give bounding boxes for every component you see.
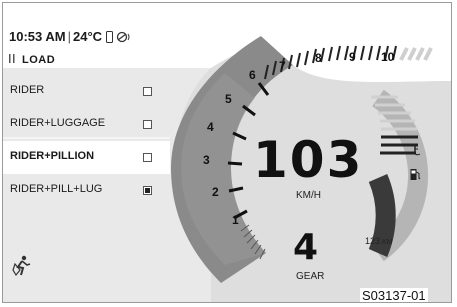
range-readout: 123 KM: [365, 236, 393, 246]
dashboard-screen: 10:53 AM | 24°C LOAD RIDER RIDER+LUGGAGE R…: [2, 2, 452, 303]
load-option-label: RIDER+LUGGAGE: [10, 117, 106, 129]
speed-unit: KM/H: [296, 190, 321, 201]
load-option-label: RIDER+PILLION: [10, 150, 95, 162]
load-option-label: RIDER+PILL+LUG: [10, 183, 103, 195]
load-option-rider-pillion-luggage[interactable]: RIDER+PILL+LUG: [3, 174, 170, 207]
rpm-tick-label: 8: [315, 51, 322, 65]
rpm-tick-label: 1: [232, 213, 239, 227]
load-option-rider-luggage[interactable]: RIDER+LUGGAGE: [3, 108, 170, 141]
gear-indicator: 4: [293, 227, 319, 268]
rpm-tick-label: 3: [203, 153, 210, 167]
rpm-tick-label: 10: [381, 50, 395, 64]
coolant-temperature-icon: [409, 144, 421, 156]
clock-time: 10:53 AM: [9, 29, 66, 44]
rpm-tick-label: 7: [279, 59, 286, 73]
status-bar: 10:53 AM | 24°C: [9, 29, 131, 46]
pause-bars-icon: [9, 54, 17, 66]
range-value: 123: [365, 236, 381, 246]
load-option-rider[interactable]: RIDER: [3, 75, 170, 108]
status-separator: |: [67, 29, 71, 44]
load-option-checkbox[interactable]: [143, 186, 152, 195]
ambient-temperature: 24°C: [73, 29, 103, 44]
fuel-pump-icon: [410, 169, 421, 180]
mode-title: LOAD: [22, 54, 56, 66]
load-option-checkbox[interactable]: [143, 153, 152, 162]
intercom-icon: [116, 31, 131, 46]
phone-icon: [105, 31, 113, 46]
gear-label: GEAR: [296, 271, 325, 282]
range-unit: KM: [382, 239, 393, 246]
figure-reference-code: S03137-01: [360, 288, 428, 303]
rpm-tick-label: 6: [249, 68, 256, 82]
load-option-checkbox[interactable]: [143, 87, 152, 96]
rider-load-icon: [12, 255, 31, 277]
mode-header: LOAD: [9, 54, 55, 66]
rpm-tick-label: 5: [225, 92, 232, 106]
load-option-label: RIDER: [10, 84, 45, 96]
rpm-tick-label: 2: [212, 185, 219, 199]
rpm-tick-label: 4: [207, 120, 214, 134]
load-option-rider-pillion[interactable]: RIDER+PILLION: [3, 141, 170, 174]
speed-readout: 103: [253, 131, 364, 189]
rpm-tick-label: 9: [349, 50, 356, 64]
load-option-checkbox[interactable]: [143, 120, 152, 129]
